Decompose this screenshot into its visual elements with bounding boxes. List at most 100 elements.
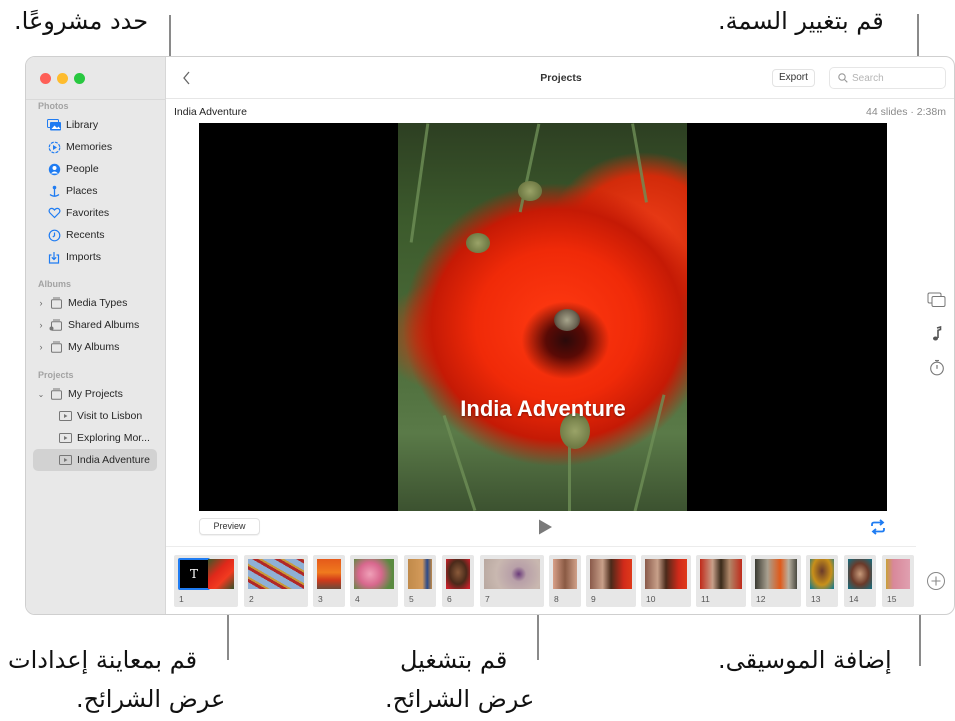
- slide-title: India Adventure: [460, 396, 626, 421]
- plus-circle-icon: [927, 572, 945, 590]
- slide-thumb-13[interactable]: 13: [806, 555, 838, 607]
- slide-thumb-15[interactable]: 15: [882, 555, 914, 607]
- thumb-image: [645, 559, 687, 589]
- sidebar-item-my-albums[interactable]: › My Albums: [26, 336, 166, 358]
- close-window-button[interactable]: [40, 73, 51, 84]
- sidebar-item-label: Imports: [66, 251, 102, 263]
- sidebar-item-places[interactable]: Places: [26, 180, 166, 202]
- sidebar-item-visit-to-lisbon[interactable]: Visit to Lisbon: [26, 405, 166, 427]
- thumb-image: [810, 559, 834, 589]
- slide-number: 15: [887, 594, 897, 604]
- slide-photo: [398, 123, 687, 511]
- sidebar-section-albums: Albums: [38, 279, 72, 289]
- sidebar-item-favorites[interactable]: Favorites: [26, 202, 166, 224]
- callout-change-theme: قم بتغيير السمة.: [718, 7, 884, 35]
- import-icon: [46, 250, 62, 264]
- callout-play-slideshow-2: عرض الشرائح.: [385, 685, 535, 713]
- chevron-right-icon[interactable]: ›: [36, 342, 46, 352]
- title-slide-card: T: [178, 558, 210, 590]
- sidebar-item-label: People: [66, 163, 99, 175]
- add-slide-button[interactable]: [926, 571, 946, 591]
- music-button[interactable]: [926, 324, 948, 344]
- search-icon: [838, 73, 848, 83]
- slide-thumb-10[interactable]: 10: [641, 555, 691, 607]
- preview-button[interactable]: Preview: [199, 518, 260, 535]
- side-tools: [926, 57, 954, 614]
- sidebar-item-shared-albums[interactable]: › Shared Albums: [26, 314, 166, 336]
- heart-icon: [46, 206, 62, 220]
- project-name: India Adventure: [174, 106, 247, 118]
- themes-button[interactable]: [926, 290, 948, 310]
- slide-thumb-8[interactable]: 8: [549, 555, 581, 607]
- sidebar-item-memories[interactable]: Memories: [26, 136, 166, 158]
- search-input[interactable]: [852, 72, 932, 84]
- sidebar-item-label: Places: [66, 185, 98, 197]
- zoom-window-button[interactable]: [74, 73, 85, 84]
- sidebar-item-my-projects[interactable]: ⌄ My Projects: [26, 383, 166, 405]
- sidebar-item-people[interactable]: People: [26, 158, 166, 180]
- loop-button[interactable]: [869, 518, 887, 536]
- main-pane: Projects Export India Adventure 44 slide…: [166, 57, 954, 614]
- sidebar-item-india-adventure[interactable]: India Adventure: [33, 449, 157, 471]
- sidebar-item-label: Favorites: [66, 207, 110, 219]
- duration-button[interactable]: [926, 357, 948, 377]
- callout-select-project: حدد مشروعًا.: [14, 7, 149, 35]
- sidebar-item-exploring[interactable]: Exploring Mor...: [26, 427, 166, 449]
- play-button[interactable]: [536, 518, 554, 536]
- slide-thumb-9[interactable]: 9: [586, 555, 636, 607]
- slide-thumb-1[interactable]: T 1: [174, 555, 238, 607]
- thumb-image: [317, 559, 341, 589]
- photo-stem: [409, 123, 430, 243]
- sidebar-item-media-types[interactable]: › Media Types: [26, 292, 166, 314]
- slide-thumb-6[interactable]: 6: [442, 555, 474, 607]
- sidebar-item-recents[interactable]: Recents: [26, 224, 166, 246]
- minimize-window-button[interactable]: [57, 73, 68, 84]
- slide-thumb-14[interactable]: 14: [844, 555, 876, 607]
- sidebar-item-label: Visit to Lisbon: [77, 410, 143, 422]
- slide-thumb-5[interactable]: 5: [404, 555, 436, 607]
- back-button[interactable]: [180, 69, 194, 87]
- slideshow-icon: [57, 453, 73, 467]
- slide-viewer[interactable]: India Adventure: [199, 123, 887, 511]
- callout-add-music: إضافة الموسيقى.: [718, 646, 892, 674]
- thumb-image: [354, 559, 394, 589]
- callout-play-slideshow-1: قم بتشغيل: [400, 646, 508, 674]
- sidebar-divider: [26, 99, 166, 100]
- sidebar-item-label: My Albums: [68, 341, 120, 353]
- toolbar: Projects Export: [166, 57, 954, 99]
- filmstrip: T 1 2 3 4 5 6 7 8 9 10 11 12 13 14 15: [166, 546, 916, 614]
- memories-icon: [46, 140, 62, 154]
- places-icon: [46, 184, 62, 198]
- slide-thumb-3[interactable]: 3: [313, 555, 345, 607]
- shared-album-icon: [48, 318, 64, 332]
- slide-thumb-7[interactable]: 7: [480, 555, 544, 607]
- slide-thumb-2[interactable]: 2: [244, 555, 308, 607]
- thumb-image: [755, 559, 797, 589]
- chevron-right-icon[interactable]: ›: [36, 298, 46, 308]
- slide-number: 3: [318, 594, 323, 604]
- photo-bud: [518, 181, 542, 201]
- poppy-center: [554, 309, 580, 331]
- chevron-left-icon: [183, 71, 190, 85]
- sidebar-item-library[interactable]: Library: [26, 114, 166, 136]
- slide-thumb-11[interactable]: 11: [696, 555, 746, 607]
- slide-thumb-4[interactable]: 4: [350, 555, 398, 607]
- window-controls: [40, 73, 85, 84]
- thumb-image: [590, 559, 632, 589]
- slide-number: 9: [591, 594, 596, 604]
- slide-number: 14: [849, 594, 859, 604]
- chevron-right-icon[interactable]: ›: [36, 320, 46, 330]
- slide-number: 13: [811, 594, 821, 604]
- sidebar: Photos Library Memories People Places Fa…: [26, 57, 166, 614]
- sidebar-item-label: Memories: [66, 141, 113, 153]
- music-note-icon: [933, 326, 942, 341]
- thumb-image: [208, 559, 234, 589]
- callout-preview-settings-2: عرض الشرائح.: [76, 685, 226, 713]
- folder-stack-icon: [48, 387, 64, 401]
- chevron-down-icon[interactable]: ⌄: [36, 390, 46, 399]
- slide-thumb-12[interactable]: 12: [751, 555, 801, 607]
- photo-stem: [442, 414, 477, 511]
- loop-icon: [871, 519, 885, 535]
- sidebar-item-imports[interactable]: Imports: [26, 246, 166, 268]
- export-button[interactable]: Export: [772, 69, 815, 87]
